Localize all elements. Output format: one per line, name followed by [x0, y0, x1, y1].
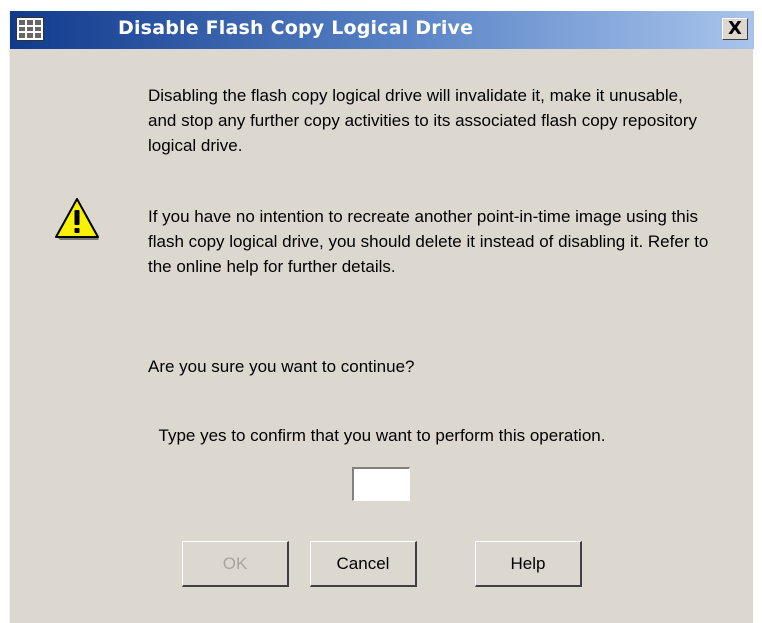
cancel-button[interactable]: Cancel — [310, 541, 417, 587]
confirmation-question: Are you sure you want to continue? — [148, 357, 415, 376]
grid-app-icon — [16, 17, 44, 41]
confirm-yes-input[interactable] — [352, 467, 410, 501]
warning-icon — [55, 198, 99, 240]
close-button[interactable]: X — [722, 18, 748, 40]
ok-button[interactable]: OK — [182, 541, 289, 587]
message-paragraph-2: If you have no intention to recreate ano… — [148, 207, 709, 276]
help-button[interactable]: Help — [475, 541, 582, 587]
dialog-window: Disable Flash Copy Logical Drive X Disab… — [9, 11, 754, 623]
close-icon: X — [728, 18, 742, 39]
message-paragraph-1: Disabling the flash copy logical drive w… — [148, 86, 697, 155]
confirm-instruction-label: Type yes to confirm that you want to per… — [158, 426, 606, 445]
window-title: Disable Flash Copy Logical Drive — [118, 17, 474, 39]
title-bar[interactable]: Disable Flash Copy Logical Drive X — [10, 11, 754, 49]
